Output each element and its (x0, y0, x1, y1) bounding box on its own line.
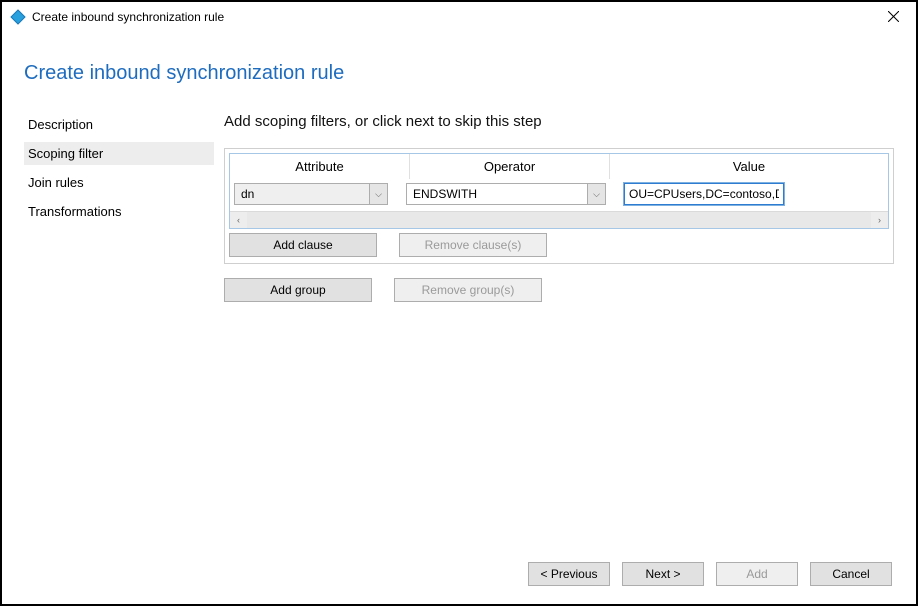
add-button: Add (716, 562, 798, 586)
sidebar-item-join-rules[interactable]: Join rules (24, 171, 214, 194)
window-title: Create inbound synchronization rule (32, 10, 224, 24)
attribute-dropdown-value: dn (241, 187, 254, 201)
close-icon (888, 11, 899, 22)
add-group-button[interactable]: Add group (224, 278, 372, 302)
wizard-sidebar: Description Scoping filter Join rules Tr… (24, 113, 214, 302)
sidebar-item-scoping-filter[interactable]: Scoping filter (24, 142, 214, 165)
scoping-filter-panel: Attribute Operator Value dn ⌵ ENDSWITH ⌵ (224, 148, 894, 264)
value-input[interactable] (624, 183, 784, 205)
horizontal-scrollbar[interactable]: ‹ › (230, 211, 888, 228)
app-icon (10, 9, 26, 25)
remove-clause-button: Remove clause(s) (399, 233, 547, 257)
add-clause-button[interactable]: Add clause (229, 233, 377, 257)
filter-grid: Attribute Operator Value dn ⌵ ENDSWITH ⌵ (229, 153, 889, 229)
filter-row: dn ⌵ ENDSWITH ⌵ (230, 179, 888, 207)
chevron-down-icon: ⌵ (587, 184, 605, 204)
next-button[interactable]: Next > (622, 562, 704, 586)
cancel-button[interactable]: Cancel (810, 562, 892, 586)
column-header-operator: Operator (410, 154, 610, 179)
scroll-left-icon[interactable]: ‹ (230, 212, 247, 228)
chevron-down-icon: ⌵ (369, 184, 387, 204)
sidebar-item-description[interactable]: Description (24, 113, 214, 136)
attribute-dropdown[interactable]: dn ⌵ (234, 183, 388, 205)
step-heading: Add scoping filters, or click next to sk… (224, 113, 894, 130)
titlebar: Create inbound synchronization rule (2, 2, 916, 32)
sidebar-item-transformations[interactable]: Transformations (24, 200, 214, 223)
close-button[interactable] (871, 2, 916, 32)
scroll-right-icon[interactable]: › (871, 212, 888, 228)
scroll-track[interactable] (247, 212, 871, 228)
previous-button[interactable]: < Previous (528, 562, 610, 586)
operator-dropdown-value: ENDSWITH (413, 187, 477, 201)
wizard-footer: < Previous Next > Add Cancel (528, 562, 892, 586)
operator-dropdown[interactable]: ENDSWITH ⌵ (406, 183, 606, 205)
page-title: Create inbound synchronization rule (24, 62, 894, 85)
remove-group-button: Remove group(s) (394, 278, 542, 302)
column-header-attribute: Attribute (230, 154, 410, 179)
column-header-value: Value (610, 154, 888, 179)
